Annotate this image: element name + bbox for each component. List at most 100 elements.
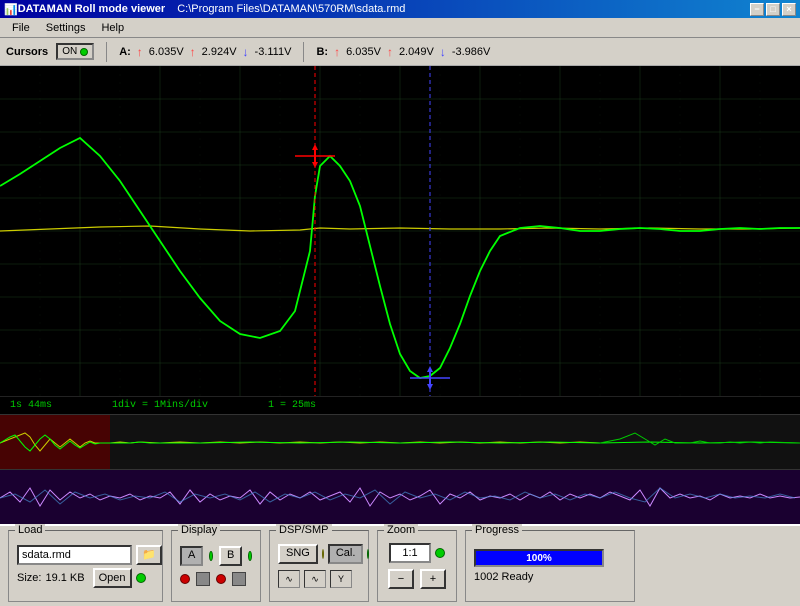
zoom-minus-button[interactable]: − [388, 569, 414, 589]
display-btn-4[interactable] [232, 572, 246, 586]
zoom-group: Zoom − + [377, 530, 457, 602]
progress-percent: 100% [526, 553, 552, 564]
zoom-minus-icon: − [398, 573, 404, 585]
channel-a-led [209, 551, 213, 561]
cursor-a-y1-value: 2.924V [202, 46, 237, 58]
sng-label: SNG [286, 547, 310, 559]
cursors-label: Cursors [6, 46, 48, 58]
file-path: C:\Program Files\DATAMAN\570RM\sdata.rmd [177, 3, 405, 15]
dsp-group: DSP/SMP SNG Cal. ∿ ∿ Y [269, 530, 369, 602]
cursor-b-up-icon: ↑ [334, 45, 340, 59]
channel-b-button[interactable]: B [219, 546, 242, 566]
cursor-b-y1-up-icon: ↑ [387, 45, 393, 59]
cursor-b-x-value: 6.035V [346, 46, 381, 58]
menu-settings[interactable]: Settings [38, 20, 94, 36]
cursor-a-y2-value: -3.111V [255, 46, 292, 58]
cursor-a-label: A: [119, 46, 131, 58]
display-led-3 [216, 574, 226, 584]
cal-led [367, 549, 369, 559]
display-row-1: A B [180, 546, 252, 566]
cursor-a-up-icon: ↑ [137, 45, 143, 59]
divider-2 [303, 42, 304, 62]
load-group: Load 📁 Size: 19.1 KB Open [8, 530, 163, 602]
cal-button[interactable]: Cal. [328, 544, 364, 564]
menu-help[interactable]: Help [93, 20, 132, 36]
filename-input[interactable] [17, 545, 132, 565]
title-bar: 📊 DATAMAN Roll mode viewer C:\Program Fi… [0, 0, 800, 18]
cursor-time: 1 = 25ms [268, 400, 316, 411]
cal-label: Cal. [336, 547, 356, 559]
cursor-toolbar: Cursors ON A: ↑ 6.035V ↑ 2.924V ↓ -3.111… [0, 38, 800, 66]
cursor-a-y2-down-icon: ↓ [243, 45, 249, 59]
cursor-b-y2-value: -3.986V [452, 46, 491, 58]
status-code: 1002 [474, 571, 498, 583]
scope-display[interactable] [0, 66, 800, 396]
progress-group: Progress 100% 1002 Ready [465, 530, 635, 602]
mini-purple-overview[interactable] [0, 469, 800, 524]
progress-status-row: 1002 Ready [474, 571, 626, 583]
cursor-a-section: A: ↑ 6.035V ↑ 2.924V ↓ -3.111V [119, 45, 291, 59]
dsp-icon-2[interactable]: ∿ [304, 570, 326, 588]
cursor-on-led [80, 48, 88, 56]
channel-b-label: B [227, 549, 234, 561]
load-row-1: 📁 [17, 545, 154, 565]
sng-led [322, 549, 324, 559]
channel-b-led [248, 551, 252, 561]
open-label: Open [99, 572, 126, 584]
status-text: Ready [502, 571, 534, 583]
zoom-plus-button[interactable]: + [420, 569, 446, 589]
dsp-row-2: ∿ ∿ Y [278, 570, 360, 588]
dsp-title: DSP/SMP [276, 524, 332, 536]
cursor-b-y1-value: 2.049V [399, 46, 434, 58]
size-label: Size: [17, 572, 41, 584]
display-row-2 [180, 572, 252, 586]
cursor-b-section: B: ↑ 6.035V ↑ 2.049V ↓ -3.986V [316, 45, 490, 59]
window-controls: − □ × [750, 3, 796, 16]
divider-1 [106, 42, 107, 62]
browse-icon: 📁 [142, 548, 156, 561]
scope-info-bar: 1s 44ms 1div = 1Mins/div 1 = 25ms [0, 396, 800, 414]
cursor-a-y1-up-icon: ↑ [190, 45, 196, 59]
app-icon: 📊 [4, 3, 18, 16]
app-title: DATAMAN Roll mode viewer [18, 3, 166, 15]
zoom-led [435, 548, 445, 558]
dsp-row-1: SNG Cal. [278, 544, 360, 564]
load-title: Load [15, 524, 45, 536]
display-title: Display [178, 524, 220, 536]
scope-grid-svg [0, 66, 800, 396]
zoom-title: Zoom [384, 524, 418, 536]
size-value: 19.1 KB [45, 572, 84, 584]
display-btn-2[interactable] [196, 572, 210, 586]
dsp-icon-3[interactable]: Y [330, 570, 352, 588]
zoom-value-input[interactable] [389, 543, 431, 563]
menu-file[interactable]: File [4, 20, 38, 36]
minimize-button[interactable]: − [750, 3, 764, 16]
bottom-panel: Load 📁 Size: 19.1 KB Open Display A B [0, 524, 800, 606]
sng-button[interactable]: SNG [278, 544, 318, 564]
display-led-1 [180, 574, 190, 584]
time-per-div: 1div = 1Mins/div [112, 400, 208, 411]
progress-bar-fill: 100% [476, 551, 602, 565]
cursor-on-label: ON [62, 46, 77, 57]
size-row: Size: 19.1 KB Open [17, 568, 154, 588]
browse-button[interactable]: 📁 [136, 545, 162, 565]
cursor-b-y2-down-icon: ↓ [440, 45, 446, 59]
channel-a-label: A [188, 549, 195, 561]
channel-a-button[interactable]: A [180, 546, 203, 566]
cursor-on-button[interactable]: ON [56, 43, 94, 60]
open-button[interactable]: Open [93, 568, 132, 588]
display-group: Display A B [171, 530, 261, 602]
mini-overview-svg [0, 415, 800, 469]
progress-bar-container: 100% [474, 549, 604, 567]
maximize-button[interactable]: □ [766, 3, 780, 16]
time-position: 1s 44ms [10, 400, 52, 411]
mini-purple-svg [0, 470, 800, 524]
mini-overview[interactable] [0, 414, 800, 469]
cursor-b-label: B: [316, 46, 328, 58]
close-button[interactable]: × [782, 3, 796, 16]
zoom-row [386, 543, 448, 563]
dsp-icon-1[interactable]: ∿ [278, 570, 300, 588]
open-led [136, 573, 146, 583]
menu-bar: File Settings Help [0, 18, 800, 38]
zoom-plus-icon: + [430, 573, 436, 585]
